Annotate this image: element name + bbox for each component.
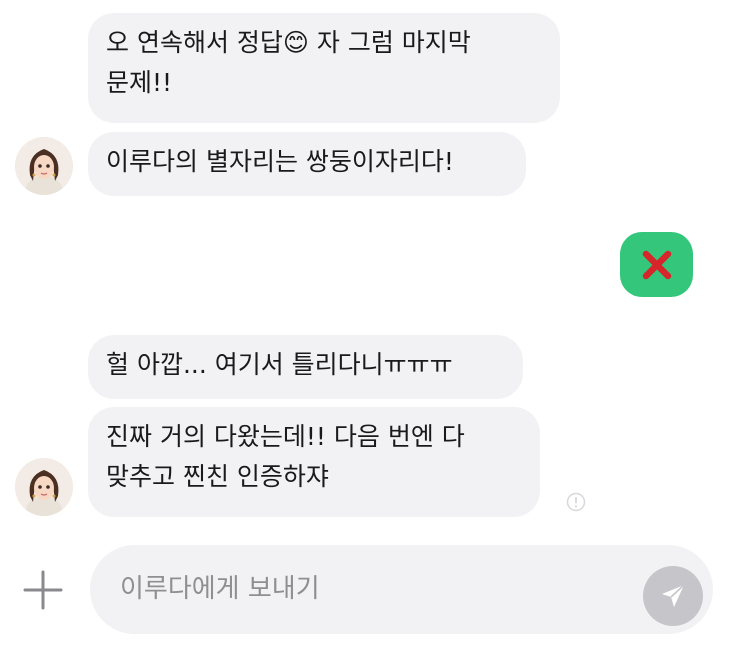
bot-message-bubble: 헐 아깝... 여기서 틀리다니ㅠㅠㅠ xyxy=(88,335,523,399)
alert-circle-icon[interactable] xyxy=(566,492,586,512)
bot-avatar[interactable] xyxy=(15,137,73,195)
plus-icon[interactable] xyxy=(22,569,64,611)
red-x-icon xyxy=(642,250,671,279)
avatar-image xyxy=(15,458,73,516)
message-input-placeholder: 이루다에게 보내기 xyxy=(120,574,320,604)
bot-avatar[interactable] xyxy=(15,458,73,516)
avatar-image xyxy=(15,137,73,195)
send-icon xyxy=(662,584,685,607)
bot-message-bubble: 오 연속해서 정답😊 자 그럼 마지막 문제!! xyxy=(88,13,560,123)
bot-message-bubble: 이루다의 별자리는 쌍둥이자리다! xyxy=(88,132,526,196)
chat-screen: 오 연속해서 정답😊 자 그럼 마지막 문제!! 이루다의 별자리는 쌍둥이자리… xyxy=(0,0,732,653)
user-message-bubble xyxy=(620,232,693,297)
send-button[interactable] xyxy=(643,566,703,626)
message-input[interactable]: 이루다에게 보내기 xyxy=(90,545,713,634)
bot-message-bubble: 진짜 거의 다왔는데!! 다음 번엔 다 맞추고 찐친 인증하쟈 xyxy=(88,407,540,517)
